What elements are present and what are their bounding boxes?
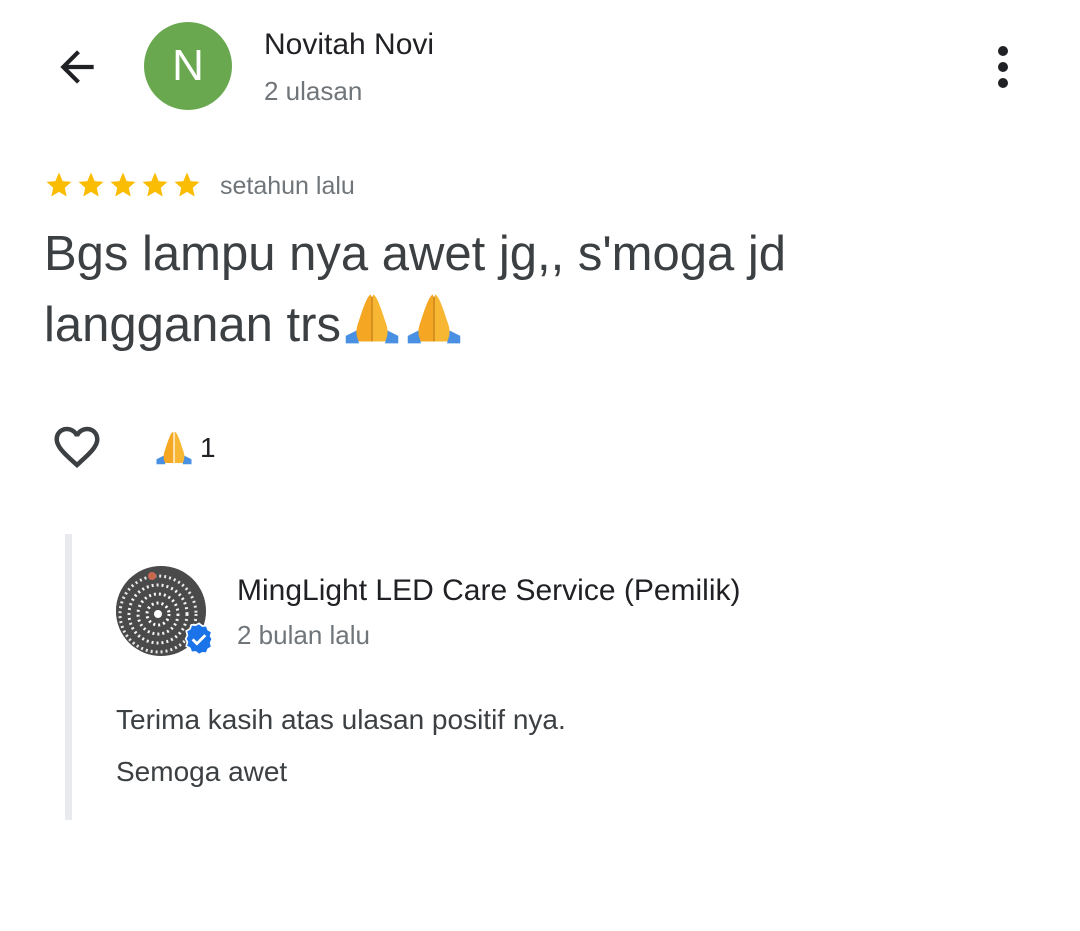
review-text: Bgs lampu nya awet jg,, s'moga jd langga…: [44, 220, 974, 360]
folded-hands-emoji-icon: [345, 294, 399, 344]
reaction-count: 1: [200, 432, 216, 463]
back-button[interactable]: [48, 40, 106, 94]
owner-name[interactable]: MingLight LED Care Service (Pemilik): [237, 574, 741, 608]
star-icon: [46, 172, 72, 197]
like-button[interactable]: [46, 418, 108, 476]
rating-stars: [44, 170, 202, 200]
owner-reply-time: 2 bulan lalu: [237, 620, 370, 650]
reply-divider: [65, 534, 72, 820]
more-options-button[interactable]: [982, 42, 1024, 92]
more-vert-icon: [998, 46, 1008, 88]
owner-reply-line-1: Terima kasih atas ulasan positif nya.: [116, 704, 566, 735]
review-time: setahun lalu: [220, 172, 355, 200]
star-icon: [78, 172, 104, 197]
star-icon: [142, 172, 168, 197]
folded-hands-emoji-icon: [407, 294, 461, 344]
verified-badge-icon: [184, 622, 214, 656]
heart-outline-icon: [54, 426, 100, 469]
star-icon: [174, 172, 200, 197]
author-name[interactable]: Novitah Novi: [264, 28, 434, 62]
author-avatar[interactable]: N: [144, 22, 232, 110]
reaction-chip[interactable]: 1: [154, 428, 216, 468]
arrow-back-icon: [60, 50, 94, 84]
folded-hands-emoji-icon: [156, 431, 192, 465]
author-review-count: 2 ulasan: [264, 76, 363, 106]
star-icon: [110, 172, 136, 197]
owner-reply-line-2: Semoga awet: [116, 756, 288, 787]
